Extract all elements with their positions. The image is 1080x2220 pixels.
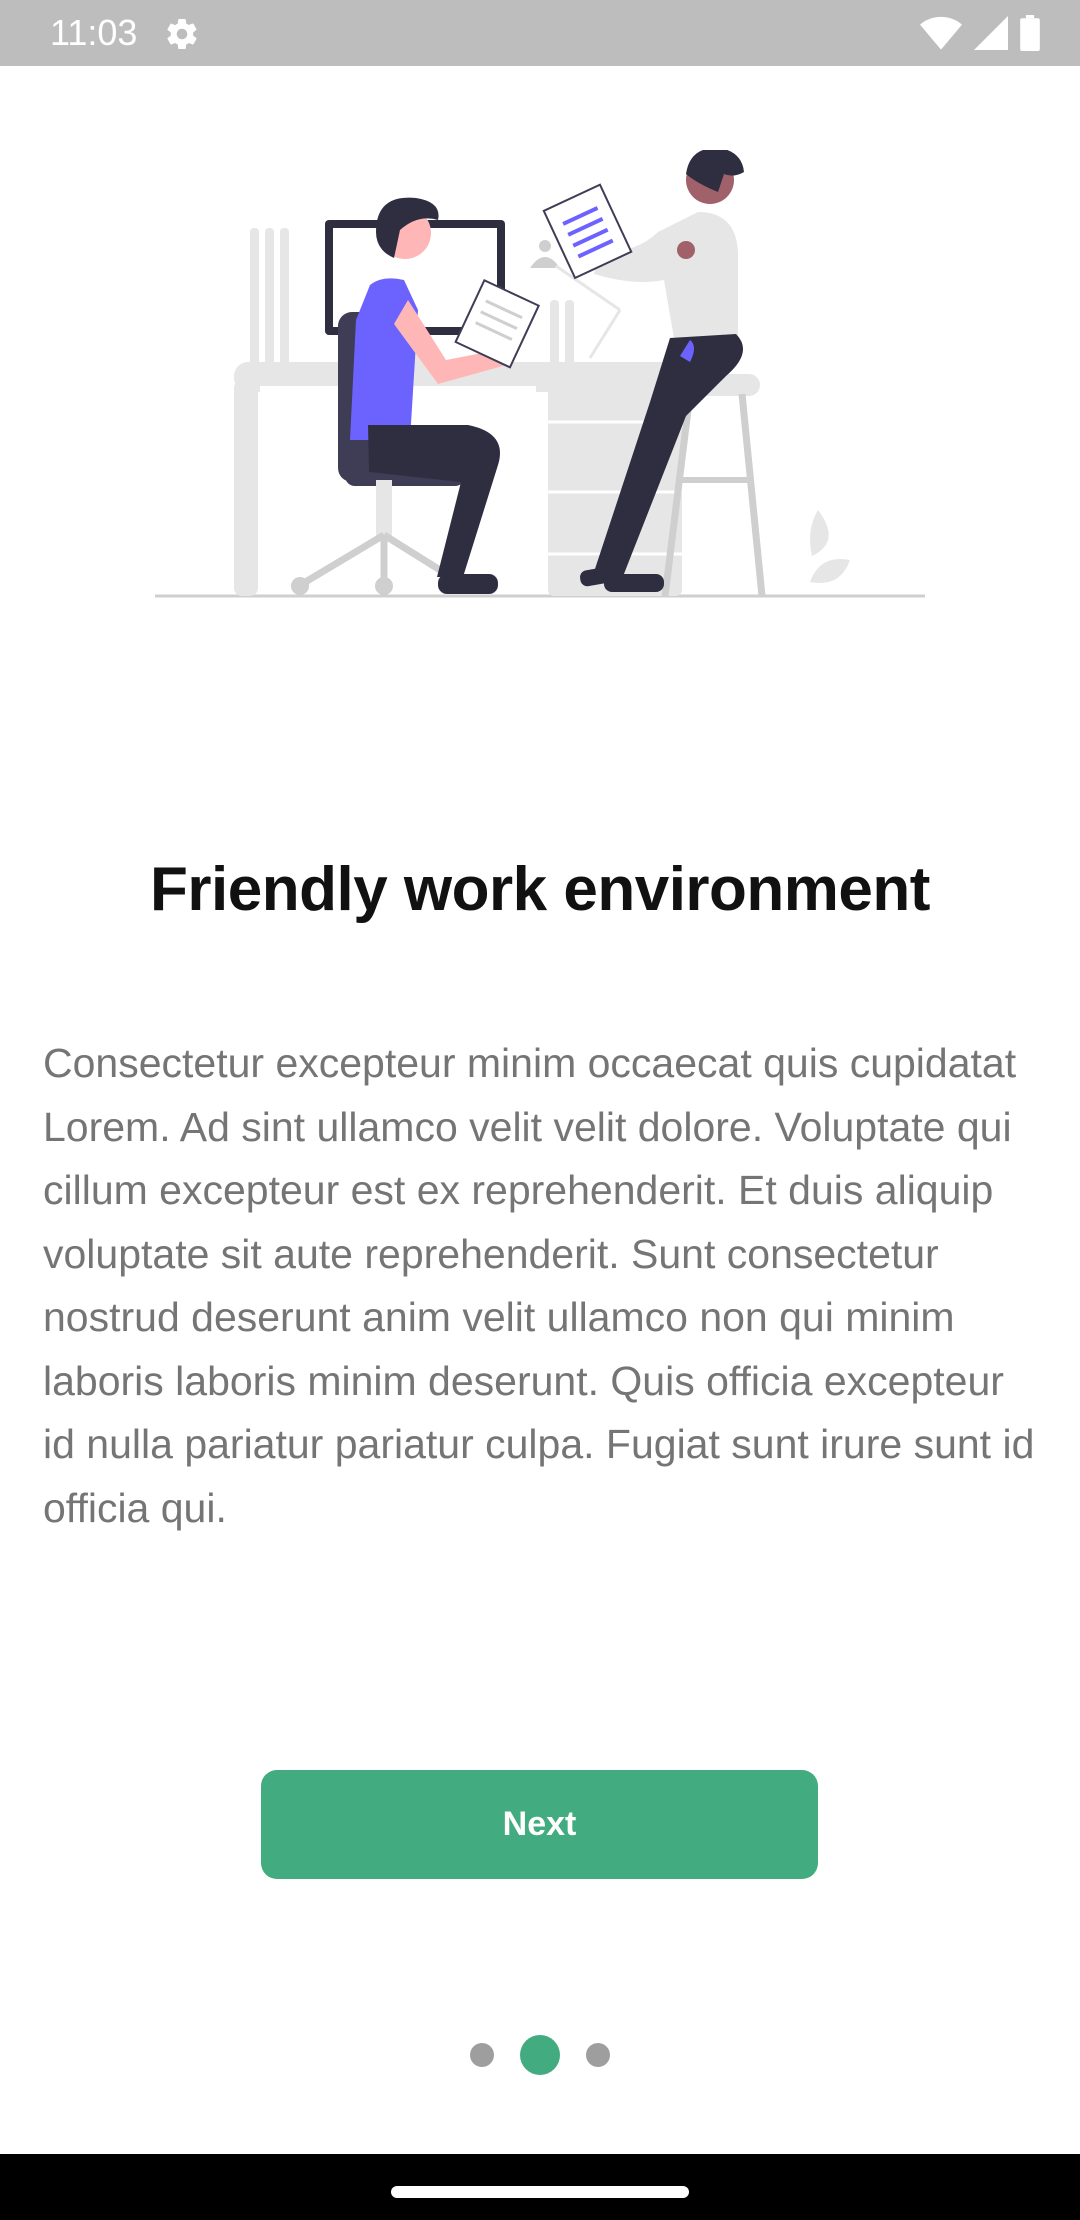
page-indicator — [0, 2033, 1080, 2077]
next-button[interactable]: Next — [261, 1770, 818, 1879]
page-dot-1[interactable] — [470, 2043, 494, 2067]
page-dot-2-active[interactable] — [520, 2035, 560, 2075]
battery-icon — [1020, 15, 1040, 51]
work-environment-illustration — [155, 150, 925, 598]
onboarding-title: Friendly work environment — [150, 855, 930, 924]
status-time: 11:03 — [50, 12, 138, 53]
onboarding-screen: 11:03 Friendly work environment Consecte… — [0, 0, 1080, 2220]
wifi-icon — [920, 16, 962, 50]
settings-gear-icon — [167, 19, 197, 50]
onboarding-description: Consectetur excepteur minim occaecat qui… — [43, 1040, 1035, 1531]
status-bar: 11:03 — [0, 0, 1080, 66]
page-dot-3[interactable] — [586, 2043, 610, 2067]
cell-signal-icon — [974, 16, 1008, 50]
status-icons — [920, 12, 1040, 54]
home-gesture-handle[interactable] — [391, 2186, 689, 2198]
